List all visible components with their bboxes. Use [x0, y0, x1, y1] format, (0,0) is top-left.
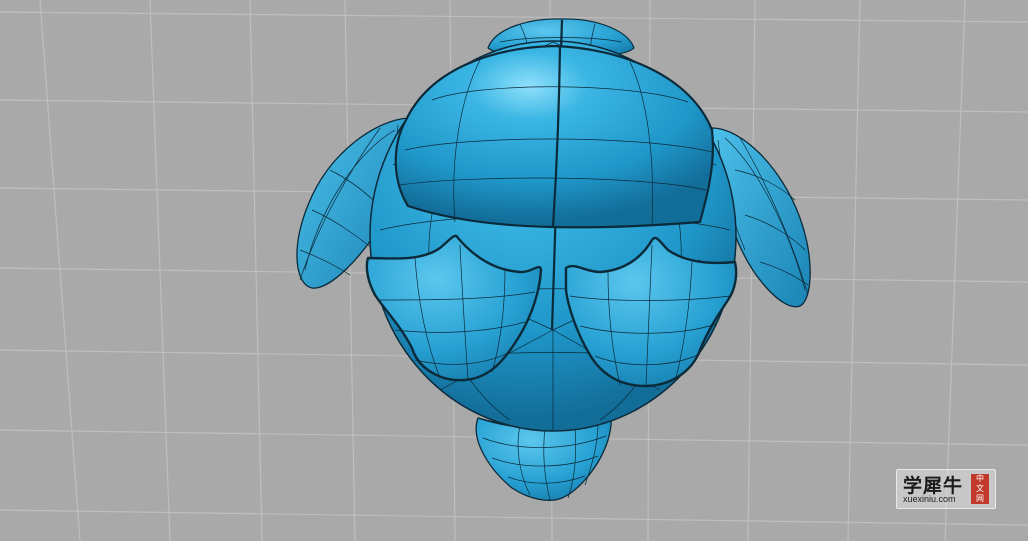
seal-char: 网	[976, 494, 984, 503]
seal-char: 中	[976, 474, 984, 483]
character-head-3d-model-icon[interactable]	[296, 18, 811, 501]
3d-viewport[interactable]: 学犀牛 xuexiniu.com 中 文 网	[0, 0, 1028, 541]
watermark-domain: xuexiniu.com	[903, 494, 956, 504]
watermark-logo: 学犀牛 xuexiniu.com 中 文 网	[896, 469, 996, 509]
brow-cap-surface[interactable]	[394, 44, 714, 229]
seal-char: 文	[976, 484, 984, 493]
watermark-seal: 中 文 网	[971, 474, 989, 504]
viewport-canvas[interactable]	[0, 0, 1028, 541]
